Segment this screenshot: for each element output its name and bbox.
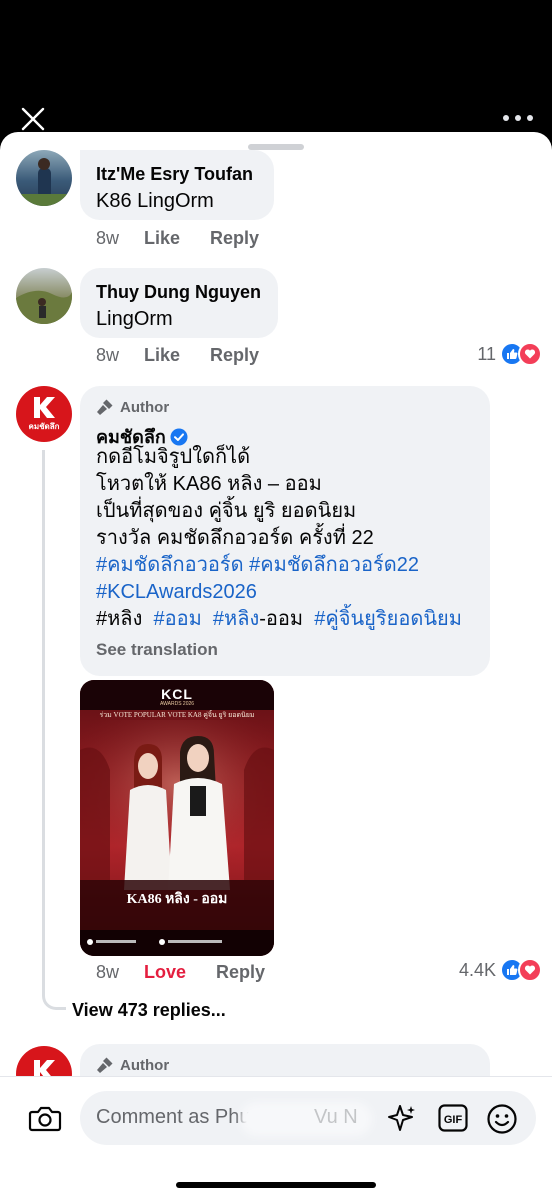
- microphone-icon: [97, 399, 113, 415]
- comment-time: 8w: [96, 345, 120, 365]
- avatar[interactable]: [16, 268, 72, 324]
- verified-badge-icon: [170, 428, 188, 445]
- post-line: กดอีโมจิรูปใดก็ได้: [96, 446, 251, 468]
- emoji-icon: [487, 1104, 517, 1134]
- sheet-grabber[interactable]: [248, 144, 304, 150]
- commenter-name[interactable]: Thuy Dung Nguyen: [96, 282, 261, 303]
- like-button[interactable]: Like: [144, 345, 180, 366]
- avatar-photo: [16, 290, 72, 324]
- more-dots-icon: [503, 115, 533, 121]
- author-badge: Author: [96, 398, 169, 416]
- see-translation-link[interactable]: See translation: [96, 640, 218, 660]
- reply-button[interactable]: Reply: [210, 228, 259, 249]
- hashtag-link[interactable]: #คมชัดลึกอวอร์ด: [96, 554, 244, 576]
- comment-time: 8w: [96, 228, 120, 248]
- top-bar: [0, 0, 552, 140]
- author-badge-label: Author: [120, 1056, 170, 1074]
- avatar-sticker-button[interactable]: [386, 1103, 418, 1135]
- love-button[interactable]: Love: [144, 962, 186, 983]
- avatar-photo: [16, 158, 72, 206]
- comments-sheet: Itz'Me Esry Toufan K86 LingOrm 8w Like R…: [0, 132, 552, 1200]
- image-candidate-label: KA86 หลิง - ออม: [126, 892, 228, 907]
- reply-button[interactable]: Reply: [216, 962, 265, 983]
- comment-text: K86 LingOrm: [96, 190, 214, 212]
- post-line: เป็นที่สุดของ คู่จิ้น ยูริ ยอดนิยม: [96, 500, 357, 522]
- post-actions: 8w Love Reply: [96, 962, 295, 983]
- hashtag-link[interactable]: #คู่จิ้นยูริยอดนิยม: [314, 608, 462, 630]
- hashtag-suffix: -ออม: [259, 608, 304, 630]
- svg-text:GIF: GIF: [444, 1114, 463, 1126]
- microphone-icon: [97, 1057, 113, 1073]
- gif-button[interactable]: GIF: [438, 1104, 468, 1132]
- close-icon: [21, 107, 45, 131]
- more-options-button[interactable]: [502, 110, 534, 126]
- hashtag-plain[interactable]: #หลิง: [96, 608, 142, 630]
- camera-button[interactable]: [28, 1104, 62, 1134]
- hashtag-line: #คมชัดลึกอวอร์ด #คมชัดลึกอวอร์ด22: [96, 552, 419, 579]
- thread-line: [42, 450, 45, 992]
- camera-icon: [28, 1106, 62, 1132]
- close-button[interactable]: [18, 104, 48, 134]
- kcl-logo-icon: [34, 397, 55, 418]
- hashtag-link[interactable]: #คมชัดลึกอวอร์ด22: [249, 554, 419, 576]
- post-line: โหวตให้ KA86 หลิง – ออม: [96, 473, 322, 495]
- comment-actions: 8w Like Reply: [96, 345, 289, 366]
- reaction-summary[interactable]: 4.4K: [459, 958, 542, 982]
- comment-actions: 8w Like Reply: [96, 228, 289, 249]
- post-time: 8w: [96, 962, 120, 982]
- view-replies-link[interactable]: View 473 replies...: [72, 1000, 226, 1021]
- avatar[interactable]: [16, 150, 72, 206]
- emoji-button[interactable]: [486, 1103, 518, 1135]
- reaction-count: 11: [477, 343, 496, 364]
- hashtag-link[interactable]: #หลิง: [213, 608, 259, 630]
- thread-curve: [42, 990, 66, 1010]
- comment-placeholder: Comment as Phu: [96, 1106, 251, 1128]
- hashtag-line: #หลิง #ออม #หลิง-ออม #คู่จิ้นยูริยอดนิยม: [96, 606, 462, 633]
- sparkle-sticker-icon: [388, 1105, 415, 1131]
- hashtag-line: #KCLAwards2026: [96, 579, 257, 606]
- reaction-count: 4.4K: [458, 959, 496, 980]
- attached-image[interactable]: KCL AWARDS 2026 ร่วม VOTE POPULAR VOTE K…: [80, 680, 274, 956]
- comment-bubble[interactable]: Thuy Dung Nguyen LingOrm: [80, 268, 278, 338]
- hashtag-link[interactable]: #ออม: [153, 608, 201, 630]
- commenter-name[interactable]: Itz'Me Esry Toufan: [96, 164, 253, 185]
- hashtag-link[interactable]: #KCLAwards2026: [96, 581, 257, 603]
- page-avatar-label: คมชัดลึก: [28, 422, 60, 431]
- reaction-summary[interactable]: 11: [477, 342, 542, 366]
- comment-bubble[interactable]: Itz'Me Esry Toufan K86 LingOrm: [80, 150, 274, 220]
- comment-input[interactable]: Comment as Phu Vu N GIF: [80, 1091, 536, 1145]
- image-illustration: [80, 720, 274, 956]
- comment-placeholder-tail: Vu N: [314, 1106, 358, 1128]
- comment-text: LingOrm: [96, 308, 173, 330]
- reply-button[interactable]: Reply: [210, 345, 259, 366]
- love-reaction-icon: [518, 958, 542, 982]
- author-badge-label: Author: [120, 398, 170, 416]
- love-reaction-icon: [518, 342, 542, 366]
- home-indicator: [176, 1182, 376, 1188]
- author-badge: Author: [96, 1056, 169, 1074]
- author-comment-bubble[interactable]: Author คมชัดลึก กดอีโมจิรูปใดก็ได้ โหวตใ…: [80, 386, 490, 676]
- page-avatar[interactable]: คมชัดลึก: [16, 386, 72, 442]
- post-line: รางวัล คมชัดลึกอวอร์ด ครั้งที่ 22: [96, 527, 374, 549]
- gif-icon: GIF: [438, 1104, 468, 1132]
- like-button[interactable]: Like: [144, 228, 180, 249]
